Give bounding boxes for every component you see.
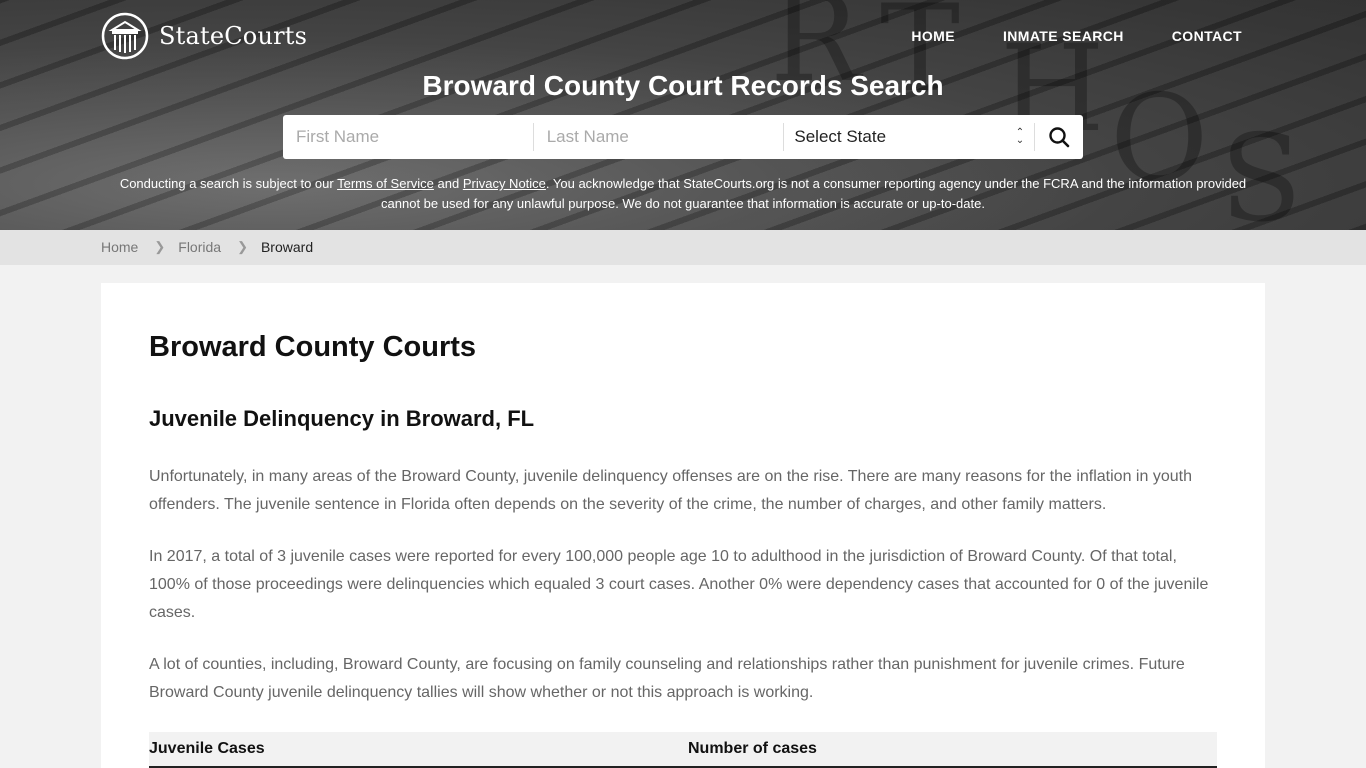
privacy-notice-link[interactable]: Privacy Notice [463, 176, 546, 191]
column-header-number-of-cases: Number of cases [688, 740, 817, 757]
hero-banner: R T H O S StateCourts HOME INMATE SEARCH… [0, 0, 1366, 230]
search-form: Select State ⌃⌄ [283, 115, 1083, 159]
state-select-value: Select State [794, 127, 887, 146]
logo[interactable]: StateCourts [101, 12, 307, 60]
search-icon [1049, 127, 1070, 148]
courthouse-logo-icon [101, 12, 149, 60]
chevron-right-icon: ❯ [154, 239, 166, 254]
breadcrumb-bar: Home ❯ Florida ❯ Broward [0, 230, 1366, 265]
paragraph: A lot of counties, including, Broward Co… [149, 656, 1185, 701]
search-disclaimer: Conducting a search is subject to our Te… [100, 174, 1266, 214]
breadcrumb: Home ❯ Florida ❯ Broward [101, 239, 313, 255]
breadcrumb-current: Broward [260, 239, 314, 255]
paragraph: Unfortunately, in many areas of the Brow… [149, 468, 1192, 513]
main-nav: HOME INMATE SEARCH CONTACT [911, 28, 1242, 44]
disclaimer-text: Conducting a search is subject to our [119, 176, 338, 191]
brand-name: StateCourts [159, 22, 308, 50]
terms-of-service-link[interactable]: Terms of Service [337, 176, 434, 191]
first-name-input[interactable] [283, 123, 533, 151]
paragraph: In 2017, a total of 3 juvenile cases wer… [149, 548, 1209, 621]
page-title: Broward County Courts [149, 331, 477, 363]
state-select[interactable]: Select State ⌃ ⌄ [784, 127, 1034, 147]
nav-home[interactable]: HOME [911, 28, 955, 44]
section-title: Juvenile Delinquency in Broward, FL [149, 406, 535, 431]
breadcrumb-florida[interactable]: Florida [178, 239, 221, 255]
search-button[interactable] [1035, 115, 1083, 159]
column-header-juvenile-cases: Juvenile Cases [149, 740, 265, 757]
last-name-input[interactable] [533, 123, 784, 151]
search-title: Broward County Court Records Search [422, 70, 944, 101]
nav-inmate-search[interactable]: INMATE SEARCH [1003, 28, 1124, 44]
disclaimer-text: and [433, 176, 463, 191]
chevron-right-icon: ❯ [237, 239, 248, 254]
content-card: Broward County Courts Juvenile Delinquen… [101, 283, 1265, 768]
juvenile-cases-table-header: Juvenile Cases Number of cases [149, 732, 1217, 768]
breadcrumb-home[interactable]: Home [101, 239, 138, 255]
select-arrows-icon: ⌃ ⌄ [1015, 127, 1025, 146]
nav-contact[interactable]: CONTACT [1172, 28, 1242, 44]
